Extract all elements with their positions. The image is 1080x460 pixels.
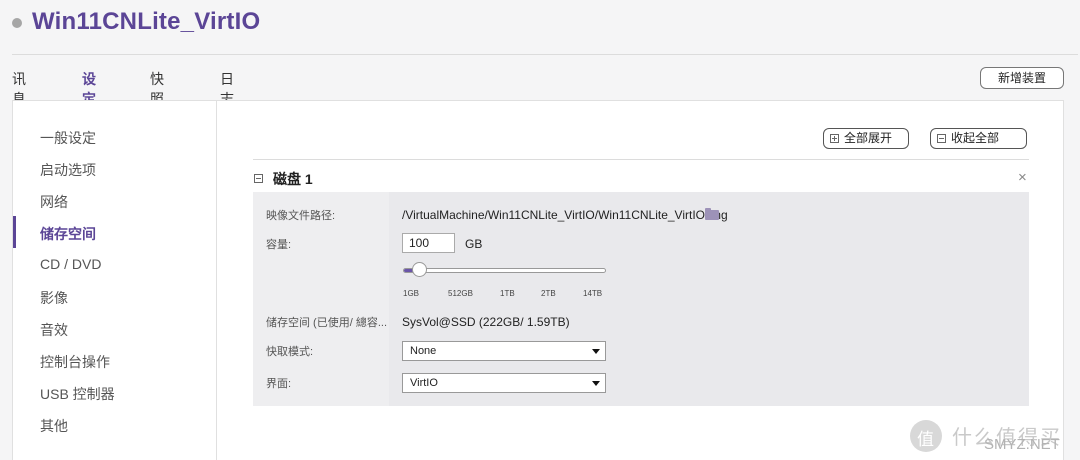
capacity-input[interactable]: [402, 233, 455, 253]
storage-label: 储存空间 (已使用/ 總容...: [266, 317, 387, 329]
sidebar-item-cd-dvd[interactable]: CD / DVD: [40, 256, 101, 272]
expand-all-label: 全部展开: [844, 131, 893, 145]
watermark-logo-icon: [910, 420, 942, 452]
sidebar-item-usb-controller[interactable]: USB 控制器: [40, 384, 115, 404]
storage-content: 全部展开 收起全部 磁盘 1 × 映像文件路径: /VirtualMachine…: [218, 101, 1064, 460]
sidebar-item-other[interactable]: 其他: [40, 416, 68, 436]
interface-value: VirtIO: [410, 377, 438, 389]
capacity-slider-track[interactable]: [403, 268, 606, 273]
storage-value: SysVol@SSD (222GB/ 1.59TB): [402, 315, 570, 329]
disk-divider: [253, 159, 1029, 160]
slider-tick: 1TB: [500, 289, 515, 298]
slider-tick: 14TB: [583, 289, 603, 298]
cache-mode-select[interactable]: None: [402, 341, 606, 361]
sidebar-item-video[interactable]: 影像: [40, 288, 68, 308]
sidebar-item-network[interactable]: 网络: [40, 192, 68, 212]
capacity-label: 容量:: [266, 239, 292, 251]
interface-select[interactable]: VirtIO: [402, 373, 606, 393]
cache-mode-value: None: [410, 345, 437, 357]
disk-title: 磁盘 1: [273, 171, 313, 187]
sidebar-item-console[interactable]: 控制台操作: [40, 352, 110, 372]
image-path-value: /VirtualMachine/Win11CNLite_VirtIO/Win11…: [402, 208, 728, 222]
sidebar-active-marker: [13, 216, 16, 248]
title-bar: Win11CNLite_VirtIO: [0, 0, 1080, 54]
slider-tick: 2TB: [541, 289, 556, 298]
form-label-column: [253, 192, 389, 406]
title-divider: [12, 54, 1078, 55]
disk-collapse-icon[interactable]: [254, 174, 263, 183]
sidebar-item-audio[interactable]: 音效: [40, 320, 68, 340]
sidebar-item-boot-options[interactable]: 启动选项: [40, 160, 96, 180]
vm-title: Win11CNLite_VirtIO: [32, 8, 261, 35]
capacity-unit: GB: [465, 237, 483, 251]
sidebar-item-general[interactable]: 一般设定: [40, 128, 96, 148]
expand-all-button[interactable]: 全部展开: [823, 128, 909, 149]
slider-tick: 512GB: [448, 289, 473, 298]
image-path-label: 映像文件路径:: [266, 210, 336, 222]
collapse-icon: [937, 134, 946, 143]
watermark: 什么值得买 SMYZ.NET: [910, 418, 1080, 458]
chevron-down-icon: [592, 381, 600, 386]
settings-sidebar: 一般设定 启动选项 网络 储存空间 CD / DVD 影像 音效 控制台操作 U…: [13, 101, 217, 460]
folder-icon[interactable]: [705, 208, 719, 220]
collapse-all-label: 收起全部: [951, 131, 1000, 145]
cache-mode-label: 快取模式:: [266, 346, 314, 358]
close-icon[interactable]: ×: [1018, 169, 1027, 186]
interface-label: 界面:: [266, 378, 292, 390]
slider-tick: 1GB: [403, 289, 420, 298]
add-device-button[interactable]: 新增装置: [980, 67, 1064, 89]
status-dot-icon: [12, 18, 22, 28]
capacity-slider-handle[interactable]: [411, 262, 427, 277]
chevron-down-icon: [592, 349, 600, 354]
expand-icon: [830, 134, 839, 143]
disk-form: 映像文件路径: /VirtualMachine/Win11CNLite_Virt…: [253, 192, 1029, 406]
settings-panel: 一般设定 启动选项 网络 储存空间 CD / DVD 影像 音效 控制台操作 U…: [12, 100, 1064, 460]
sidebar-item-storage[interactable]: 储存空间: [40, 224, 96, 244]
collapse-all-button[interactable]: 收起全部: [930, 128, 1027, 149]
watermark-url: SMYZ.NET: [984, 436, 1060, 453]
